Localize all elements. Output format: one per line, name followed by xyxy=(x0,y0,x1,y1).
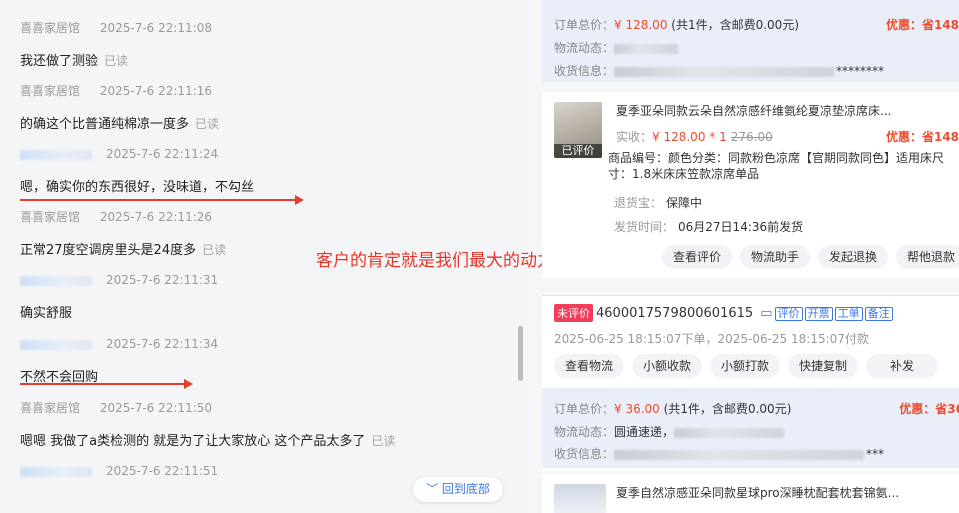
chat-message: 喜喜家居馆 2025-7-6 22:11:50 嗯嗯 我做了a类检测的 就是为了… xyxy=(20,400,395,449)
message-time: 2025-7-6 22:11:26 xyxy=(99,210,213,224)
order-total: ¥ 36.00 xyxy=(614,402,660,416)
message-text: 嗯嗯 我做了a类检测的 就是为了让大家放心 这个产品太多了 xyxy=(20,434,366,449)
message-time: 2025-7-6 22:11:16 xyxy=(99,84,213,98)
small-pay-button[interactable]: 小额打款 xyxy=(710,354,781,378)
read-status: 已读 xyxy=(202,243,227,257)
order-total-row: 订单总价：¥ 128.00 (共1件，含邮费0.00元) xyxy=(554,18,799,32)
customer-name-masked xyxy=(20,466,92,477)
chat-message: 喜喜家居馆 2025-7-6 22:11:26 正常27度空调房里头是24度多已… xyxy=(20,209,226,258)
sender-name: 喜喜家居馆 xyxy=(20,401,81,415)
scroll-to-bottom-button[interactable]: ﹀ 回到底部 xyxy=(413,477,503,502)
tag-note[interactable]: 备注 xyxy=(864,307,893,321)
read-status: 已读 xyxy=(371,434,396,448)
tag-invoice[interactable]: 开票 xyxy=(804,307,833,321)
reship-button[interactable]: 补发 xyxy=(866,354,939,378)
chat-message: 2025-7-6 22:11:51 xyxy=(20,463,218,479)
view-logistics-button[interactable]: 查看物流 xyxy=(554,354,625,378)
orders-panel: 订单总价：¥ 128.00 (共1件，含邮费0.00元) 优惠：省148 物流动… xyxy=(542,0,959,513)
read-status: 已读 xyxy=(104,54,129,68)
address-row: 收货信息： *** xyxy=(554,447,885,461)
address-row: 收货信息： ******** xyxy=(554,64,885,78)
ship-time: 发货时间： 06月27日14:36前发货 xyxy=(614,220,804,234)
chat-message: 喜喜家居馆 2025-7-6 22:11:08 我还做了测验 已读 xyxy=(20,20,212,69)
sender-name: 喜喜家居馆 xyxy=(20,84,81,98)
order-total-row: 订单总价：¥ 36.00 (共1件，含邮费0.00元) xyxy=(554,402,792,416)
chevron-down-icon: ﹀ xyxy=(426,482,439,496)
logistics-helper-button[interactable]: 物流助手 xyxy=(740,245,811,269)
logistics-row: 物流动态： xyxy=(554,39,679,56)
red-arrow-annotation xyxy=(20,379,193,389)
order-id[interactable]: 4600017579800601615 xyxy=(596,306,753,321)
read-status: 已读 xyxy=(195,117,220,131)
message-time: 2025-7-6 22:11:08 xyxy=(99,21,213,35)
red-arrow-annotation xyxy=(20,195,304,205)
order-times: 2025-06-25 18:15:07下单，2025-06-25 18:15:0… xyxy=(554,332,869,346)
message-text: 确实舒服 xyxy=(20,306,73,321)
message-time: 2025-7-6 22:11:24 xyxy=(106,147,219,161)
message-text: 嗯，确实你的东西很好，没味道，不勾丝 xyxy=(20,180,255,195)
order-summary: 订单总价：¥ 128.00 (共1件，含邮费0.00元) 优惠：省148 物流动… xyxy=(542,0,959,82)
chat-message: 喜喜家居馆 2025-7-6 22:11:16 的确这个比普通纯棉凉一度多 已读 xyxy=(20,83,219,132)
message-time: 2025-7-6 22:11:34 xyxy=(106,337,219,351)
item-discount: 优惠：省148 xyxy=(885,130,959,144)
product-image[interactable]: 已评价 xyxy=(554,102,602,158)
order-item: 夏季自然凉感亚朵同款星球pro深睡枕配套枕套锦氨... xyxy=(542,474,959,513)
message-text: 的确这个比普通纯棉凉一度多 xyxy=(20,117,190,132)
order-total: ¥ 128.00 xyxy=(614,18,668,32)
order-header: 未评价 4600017579800601615 ▭ 评价 开票 工单 备注 xyxy=(554,304,893,322)
copy-icon[interactable]: ▭ xyxy=(760,306,772,321)
view-review-button[interactable]: 查看评价 xyxy=(662,245,733,269)
paid-amount: 实收：¥ 128.00 * 1 276.00 xyxy=(616,130,773,144)
product-title[interactable]: 夏季亚朵同款云朵自然凉感纤维氨纶夏凉垫凉席床... xyxy=(616,102,891,119)
product-title[interactable]: 夏季自然凉感亚朵同款星球pro深睡枕配套枕套锦氨... xyxy=(616,484,899,501)
small-collect-button[interactable]: 小额收款 xyxy=(632,354,703,378)
order-discount: 优惠：省36 xyxy=(899,402,959,416)
review-status-tag: 已评价 xyxy=(554,144,602,158)
unreviewed-badge: 未评价 xyxy=(554,304,593,322)
chat-message: 2025-7-6 22:11:24 嗯，确实你的东西很好，没味道，不勾丝 xyxy=(20,146,254,195)
order-card: 未评价 4600017579800601615 ▭ 评价 开票 工单 备注 2025-06… xyxy=(542,295,959,471)
sender-name: 喜喜家居馆 xyxy=(20,210,81,224)
order-summary: 订单总价：¥ 36.00 (共1件，含邮费0.00元) 优惠：省36 物流动态：… xyxy=(542,388,959,468)
refund-guarantee: 退货宝： 保障中 xyxy=(614,196,703,210)
refund-button[interactable]: 帮他退款 xyxy=(896,245,959,269)
message-text: 我还做了测验 xyxy=(20,54,99,69)
customer-name-masked xyxy=(20,275,92,286)
chat-message: 2025-7-6 22:11:34 不然不会回购 xyxy=(20,336,218,385)
product-image[interactable] xyxy=(554,484,606,513)
logistics-row: 物流动态：圆通速递， xyxy=(554,423,785,440)
message-time: 2025-7-6 22:11:50 xyxy=(99,401,213,415)
customer-name-masked xyxy=(20,339,92,350)
chat-scrollbar[interactable] xyxy=(518,326,523,381)
tag-review[interactable]: 评价 xyxy=(774,307,803,321)
order-item: 已评价 夏季亚朵同款云朵自然凉感纤维氨纶夏凉垫凉席床... 实收：¥ 128.0… xyxy=(542,92,959,278)
message-text: 正常27度空调房里头是24度多 xyxy=(20,243,197,258)
customer-name-masked xyxy=(20,149,92,160)
order-discount: 优惠：省148 xyxy=(885,18,959,32)
message-time: 2025-7-6 22:11:31 xyxy=(106,273,219,287)
message-time: 2025-7-6 22:11:51 xyxy=(106,464,219,478)
tag-ticket[interactable]: 工单 xyxy=(834,307,863,321)
product-spec: 商品编号：颜色分类：同款粉色凉席【官期同款同色】适用床尺寸：1.8米床床笠款凉席… xyxy=(608,151,945,181)
sender-name: 喜喜家居馆 xyxy=(20,21,81,35)
chat-message: 2025-7-6 22:11:31 确实舒服 xyxy=(20,272,218,321)
overlay-caption: 客户的肯定就是我们最大的动力 xyxy=(316,251,554,271)
quick-copy-button[interactable]: 快捷复制 xyxy=(788,354,859,378)
initiate-return-button[interactable]: 发起退换 xyxy=(818,245,889,269)
